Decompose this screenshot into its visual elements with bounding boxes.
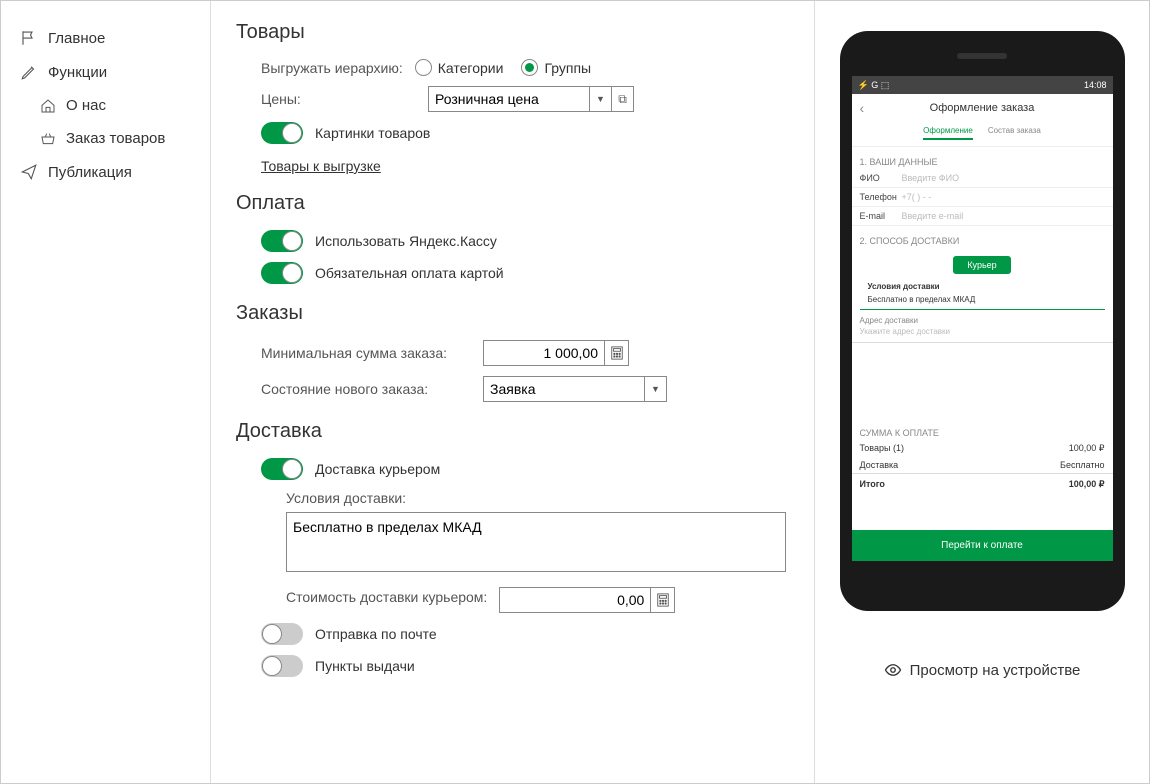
radio-groups[interactable]: Группы xyxy=(521,59,591,76)
tab-cart: Состав заказа xyxy=(988,126,1041,140)
calc-button[interactable] xyxy=(650,588,674,612)
export-link[interactable]: Товары к выгрузке xyxy=(261,158,381,174)
summary-total: Итого100,00 ₽ xyxy=(852,473,1113,493)
tab-checkout: Оформление xyxy=(923,126,973,140)
state-dropdown[interactable]: ▼ xyxy=(483,376,667,402)
main-content: Товары Выгружать иерархию: Категории Гру… xyxy=(211,1,814,783)
status-bar: ⚡ G ⬚ 14:08 xyxy=(852,76,1113,94)
phone-speaker xyxy=(957,53,1007,59)
summary-delivery: ДоставкаБесплатно xyxy=(852,457,1113,473)
hierarchy-radios: Категории Группы xyxy=(415,59,591,76)
radio-label: Группы xyxy=(544,60,591,76)
sum-title: СУММА К ОПЛАТЕ xyxy=(852,418,1113,440)
preview-link-label: Просмотр на устройстве xyxy=(910,662,1081,679)
flag-icon xyxy=(20,29,38,47)
sidebar-item-orders[interactable]: Заказ товаров xyxy=(16,122,195,155)
section-delivery-title: Доставка xyxy=(236,420,774,443)
radio-icon xyxy=(415,59,432,76)
pay-button: Перейти к оплате xyxy=(852,530,1113,561)
addr-placeholder: Укажите адрес доставки xyxy=(852,327,1113,343)
toggle-label: Отправка по почте xyxy=(315,626,437,642)
sidebar-label: Функции xyxy=(48,64,107,81)
calculator-icon xyxy=(610,346,624,360)
toggle-label: Использовать Яндекс.Кассу xyxy=(315,233,497,249)
sidebar-label: Главное xyxy=(48,30,105,47)
conditions-label: Условия доставки: xyxy=(286,490,774,506)
section-your-data: 1. ВАШИ ДАННЫЕ xyxy=(852,147,1113,169)
preview-panel: ⚡ G ⬚ 14:08 ‹ Оформление заказа Оформлен… xyxy=(814,1,1149,783)
toggle-post[interactable] xyxy=(261,623,303,645)
toggle-yandex[interactable] xyxy=(261,230,303,252)
sidebar-label: Заказ товаров xyxy=(66,130,165,147)
status-time: 14:08 xyxy=(1084,80,1107,90)
sidebar-item-main[interactable]: Главное xyxy=(16,21,195,55)
dropdown-button[interactable]: ▼ xyxy=(589,87,611,111)
addr-label: Адрес доставки xyxy=(852,310,1113,327)
phone-mockup: ⚡ G ⬚ 14:08 ‹ Оформление заказа Оформлен… xyxy=(840,31,1125,611)
field-phone: Телефон+7( ) - - xyxy=(852,188,1113,207)
section-payment-title: Оплата xyxy=(236,192,774,215)
radio-icon xyxy=(521,59,538,76)
screen-title: Оформление заказа xyxy=(930,102,1035,114)
dropdown-button[interactable]: ▼ xyxy=(644,377,666,401)
prices-dropdown[interactable]: ▼ ⧉ xyxy=(428,86,634,112)
toggle-label: Обязательная оплата картой xyxy=(315,265,504,281)
external-icon: ⧉ xyxy=(618,92,627,107)
sidebar-item-functions[interactable]: Функции xyxy=(16,55,195,89)
home-icon xyxy=(40,98,56,114)
send-icon xyxy=(20,163,38,181)
prices-input[interactable] xyxy=(429,87,589,111)
toggle-images[interactable] xyxy=(261,122,303,144)
external-button[interactable]: ⧉ xyxy=(611,87,633,111)
state-input[interactable] xyxy=(484,377,644,401)
toggle-label: Картинки товаров xyxy=(315,125,430,141)
calculator-icon xyxy=(656,593,670,607)
courier-chip: Курьер xyxy=(953,256,1010,274)
status-left: ⚡ G ⬚ xyxy=(858,80,890,91)
sidebar: Главное Функции О нас Заказ товаров Публ… xyxy=(1,1,211,783)
screen-header: ‹ Оформление заказа xyxy=(852,94,1113,122)
field-fio: ФИОВведите ФИО xyxy=(852,169,1113,188)
toggle-card[interactable] xyxy=(261,262,303,284)
cond-title: Условия доставки xyxy=(860,280,1105,293)
section-orders-title: Заказы xyxy=(236,302,774,325)
eye-icon xyxy=(884,661,902,679)
toggle-label: Пункты выдачи xyxy=(315,658,415,674)
pencil-icon xyxy=(20,63,38,81)
cost-input[interactable] xyxy=(500,588,650,612)
cond-text: Бесплатно в пределах МКАД xyxy=(860,293,1105,309)
radio-label: Категории xyxy=(438,60,504,76)
conditions-textarea[interactable]: Бесплатно в пределах МКАД xyxy=(286,512,786,572)
tabs: Оформление Состав заказа xyxy=(852,122,1113,147)
prices-label: Цены: xyxy=(261,91,416,107)
field-email: E-mailВведите e-mail xyxy=(852,207,1113,226)
sidebar-label: О нас xyxy=(66,97,106,114)
preview-on-device-link[interactable]: Просмотр на устройстве xyxy=(884,661,1081,679)
section-products-title: Товары xyxy=(236,21,774,44)
sidebar-item-about[interactable]: О нас xyxy=(16,89,195,122)
state-label: Состояние нового заказа: xyxy=(261,381,471,397)
minsum-field[interactable] xyxy=(483,340,629,366)
toggle-pickup[interactable] xyxy=(261,655,303,677)
basket-icon xyxy=(40,131,56,147)
cost-label: Стоимость доставки курьером: xyxy=(286,589,487,605)
section-delivery-method: 2. СПОСОБ ДОСТАВКИ xyxy=(852,226,1113,248)
minsum-label: Минимальная сумма заказа: xyxy=(261,345,471,361)
sidebar-label: Публикация xyxy=(48,164,132,181)
radio-categories[interactable]: Категории xyxy=(415,59,504,76)
sidebar-item-publish[interactable]: Публикация xyxy=(16,155,195,189)
calc-button[interactable] xyxy=(604,341,628,365)
hierarchy-label: Выгружать иерархию: xyxy=(261,60,403,76)
minsum-input[interactable] xyxy=(484,341,604,365)
phone-screen: ⚡ G ⬚ 14:08 ‹ Оформление заказа Оформлен… xyxy=(852,76,1113,561)
toggle-label: Доставка курьером xyxy=(315,461,440,477)
cost-field[interactable] xyxy=(499,587,675,613)
back-icon: ‹ xyxy=(860,100,865,116)
summary-goods: Товары (1)100,00 ₽ xyxy=(852,440,1113,457)
toggle-courier[interactable] xyxy=(261,458,303,480)
